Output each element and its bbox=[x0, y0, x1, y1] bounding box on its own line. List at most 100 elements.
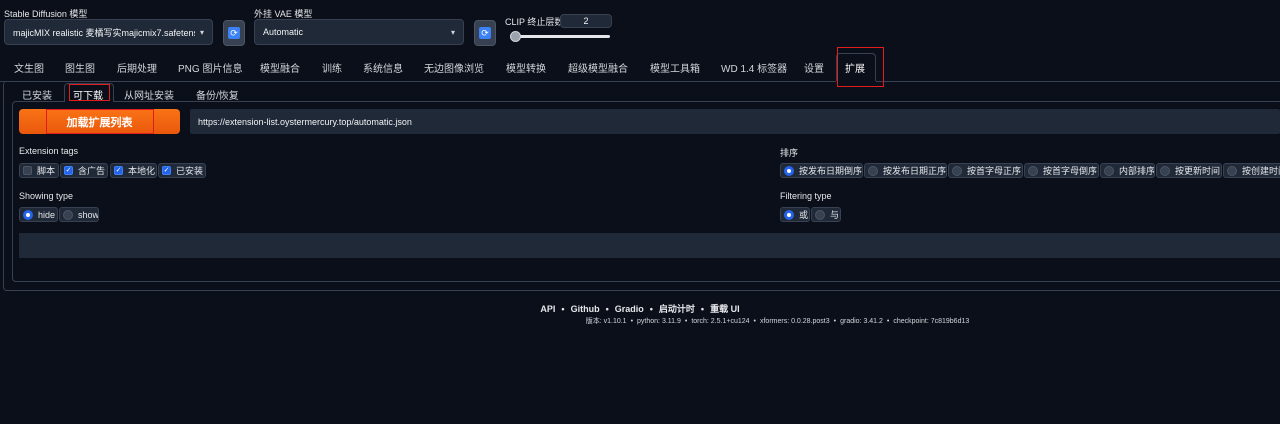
checkmark-icon: ✓ bbox=[162, 166, 171, 175]
tag-checkbox-script[interactable]: 脚本 bbox=[19, 163, 59, 178]
radio-icon bbox=[1104, 165, 1114, 176]
radio-label: 内部排序 bbox=[1119, 166, 1155, 176]
subtab-backup-restore[interactable]: 备份/恢复 bbox=[196, 87, 239, 102]
radio-label: 按首字母正序 bbox=[967, 166, 1022, 176]
highlight-box-available-subtab bbox=[69, 84, 110, 101]
radio-selected-icon bbox=[784, 165, 794, 176]
sort-radio-update-time[interactable]: 按更新时间 bbox=[1156, 163, 1222, 178]
radio-icon bbox=[1227, 165, 1237, 176]
clip-slider[interactable] bbox=[510, 35, 610, 38]
clip-number-input[interactable]: 2 bbox=[560, 14, 612, 28]
checkmark-icon: ✓ bbox=[64, 166, 73, 175]
sort-radio-internal[interactable]: 内部排序 bbox=[1100, 163, 1155, 178]
footer-separator: • bbox=[833, 318, 837, 325]
clip-label: CLIP 终止层数 bbox=[505, 17, 564, 27]
showing-type-hide-radio[interactable]: hide bbox=[19, 207, 58, 222]
tab-image-browser[interactable]: 无边图像浏览 bbox=[424, 60, 484, 75]
radio-label: 按更新时间 bbox=[1175, 166, 1221, 176]
radio-icon bbox=[1160, 165, 1170, 176]
checkbox-icon bbox=[23, 166, 32, 175]
tab-model-converter[interactable]: 模型转换 bbox=[506, 60, 546, 75]
tab-system-info[interactable]: 系统信息 bbox=[363, 60, 403, 75]
chevron-down-icon: ▾ bbox=[450, 27, 455, 37]
tag-checkbox-ads[interactable]: ✓ 含广告 bbox=[60, 163, 108, 178]
checkpoint-hash-text: checkpoint: 7c819b6d13 bbox=[893, 318, 970, 325]
checkmark-icon: ✓ bbox=[114, 166, 123, 175]
radio-icon bbox=[815, 209, 825, 220]
vae-dropdown[interactable]: Automatic ▾ bbox=[254, 19, 464, 45]
footer-separator: • bbox=[886, 318, 890, 325]
xformers-version-text: xformers: 0.0.28.post3 bbox=[759, 318, 830, 325]
footer-links: API • Github • Gradio • 启动计时 • 重载 UI bbox=[0, 302, 1280, 315]
sort-radio-date-asc[interactable]: 按发布日期正序 bbox=[864, 163, 947, 178]
extension-index-url-value: https://extension-list.oystermercury.top… bbox=[198, 116, 412, 127]
sort-radio-alpha-asc[interactable]: 按首字母正序 bbox=[948, 163, 1023, 178]
sort-radio-alpha-desc[interactable]: 按首字母倒序 bbox=[1024, 163, 1099, 178]
footer-separator: • bbox=[561, 304, 565, 314]
chevron-down-icon: ▾ bbox=[199, 27, 204, 37]
radio-label: 按首字母倒序 bbox=[1043, 166, 1098, 176]
footer-link-startup-profile[interactable]: 启动计时 bbox=[659, 304, 695, 314]
vae-value: Automatic bbox=[263, 27, 304, 37]
sort-radio-date-desc[interactable]: 按发布日期倒序 bbox=[780, 163, 863, 178]
tab-png-info[interactable]: PNG 图片信息 bbox=[178, 60, 242, 75]
tab-supermerger[interactable]: 超级模型融合 bbox=[568, 60, 628, 75]
extension-list-results bbox=[19, 233, 1280, 258]
tag-checkbox-installed[interactable]: ✓ 已安装 bbox=[158, 163, 206, 178]
sd-model-value: majicMIX realistic 麦橘写实majicmix7.safeten… bbox=[13, 27, 195, 38]
refresh-icon: ⟳ bbox=[228, 27, 240, 39]
radio-label: hide bbox=[38, 209, 56, 220]
tag-label: 已安装 bbox=[176, 166, 204, 176]
filtering-type-or-radio[interactable]: 或 bbox=[780, 207, 810, 222]
highlight-box-load-button bbox=[46, 109, 154, 134]
footer-separator: • bbox=[684, 318, 688, 325]
gradio-version-text: gradio: 3.41.2 bbox=[840, 318, 883, 325]
tab-checkpoint-merger[interactable]: 模型融合 bbox=[260, 60, 300, 75]
tab-model-toolkit[interactable]: 模型工具箱 bbox=[650, 60, 700, 75]
tag-label: 脚本 bbox=[37, 166, 56, 176]
tab-wd14-tagger[interactable]: WD 1.4 标签器 bbox=[721, 60, 787, 75]
radio-label: 按创建时间 bbox=[1242, 166, 1280, 176]
python-version-text: python: 3.11.9 bbox=[637, 318, 681, 325]
radio-label: 或 bbox=[799, 210, 809, 220]
radio-label: show bbox=[78, 209, 99, 220]
radio-selected-icon bbox=[23, 209, 33, 220]
footer-separator: • bbox=[649, 304, 653, 314]
version-text: 版本: v1.10.1 bbox=[585, 318, 627, 325]
footer-separator: • bbox=[605, 304, 609, 314]
sort-radio-create-time[interactable]: 按创建时间 bbox=[1223, 163, 1280, 178]
showing-type-show-radio[interactable]: show bbox=[59, 207, 99, 222]
tag-label: 本地化 bbox=[128, 166, 156, 176]
subtab-installed[interactable]: 已安装 bbox=[22, 87, 52, 102]
footer-link-github[interactable]: Github bbox=[571, 304, 600, 314]
radio-icon bbox=[1028, 165, 1038, 176]
torch-version-text: torch: 2.5.1+cu124 bbox=[691, 318, 750, 325]
tab-extras[interactable]: 后期处理 bbox=[117, 60, 157, 75]
sd-model-refresh-button[interactable]: ⟳ bbox=[223, 20, 245, 46]
radio-icon bbox=[952, 165, 962, 176]
footer-link-reload-ui[interactable]: 重载 UI bbox=[710, 304, 740, 314]
extension-tags-label: Extension tags bbox=[19, 146, 79, 156]
extension-index-url-input[interactable]: https://extension-list.oystermercury.top… bbox=[190, 109, 1280, 134]
tag-label: 含广告 bbox=[78, 166, 106, 176]
radio-icon bbox=[868, 165, 878, 176]
subtab-install-from-url[interactable]: 从网址安装 bbox=[124, 87, 174, 102]
filtering-type-and-radio[interactable]: 与 bbox=[811, 207, 841, 222]
vae-refresh-button[interactable]: ⟳ bbox=[474, 20, 496, 46]
footer-separator: • bbox=[753, 318, 756, 325]
footer-link-api[interactable]: API bbox=[540, 304, 555, 314]
radio-selected-icon bbox=[784, 209, 794, 220]
tab-train[interactable]: 训练 bbox=[322, 60, 342, 75]
footer-separator: • bbox=[700, 304, 705, 314]
tab-txt2img[interactable]: 文生图 bbox=[14, 60, 44, 75]
footer-link-gradio[interactable]: Gradio bbox=[615, 304, 644, 314]
sort-label: 排序 bbox=[780, 148, 799, 158]
sd-model-dropdown[interactable]: majicMIX realistic 麦橘写实majicmix7.safeten… bbox=[4, 19, 213, 45]
tab-img2img[interactable]: 图生图 bbox=[65, 60, 95, 75]
clip-slider-handle[interactable] bbox=[510, 31, 521, 42]
tag-checkbox-localization[interactable]: ✓ 本地化 bbox=[110, 163, 157, 178]
tab-settings[interactable]: 设置 bbox=[804, 60, 824, 75]
filtering-type-label: Filtering type bbox=[780, 191, 832, 201]
refresh-icon: ⟳ bbox=[479, 27, 491, 39]
showing-type-label: Showing type bbox=[19, 191, 74, 201]
